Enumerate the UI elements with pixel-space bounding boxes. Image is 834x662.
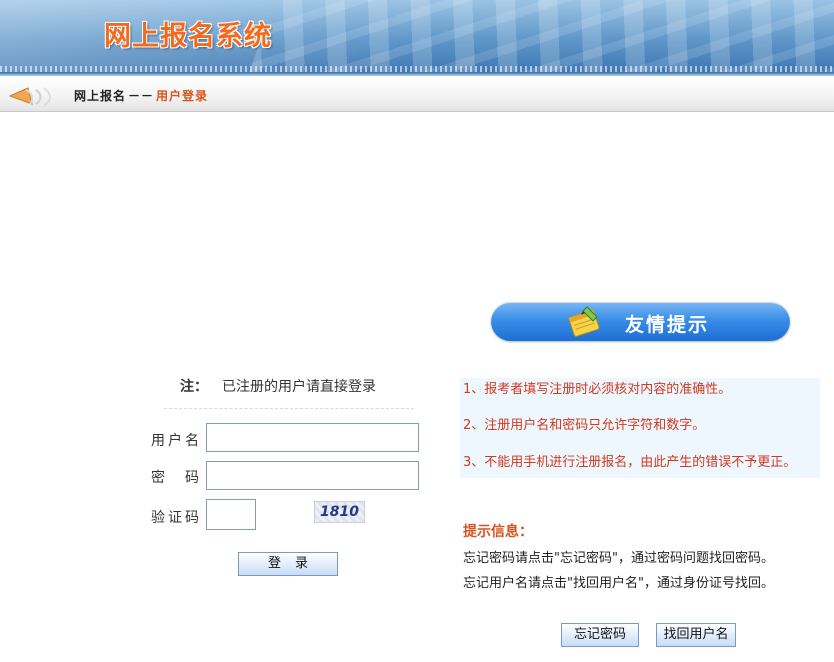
info-find-username-text: 忘记用户名请点击"找回用户名"，通过身份证号找回。 [463,576,774,591]
form-divider [164,408,414,409]
breadcrumb-root[interactable]: 网上报名 [74,89,126,103]
captcha-label: 验证码 [151,510,202,526]
banner-divider [0,72,834,76]
info-forgot-password-text: 忘记密码请点击"忘记密码"，通过密码问题找回密码。 [463,551,774,566]
site-title: 网上报名系统 [104,21,272,52]
header-banner: 网上报名系统 [0,0,834,72]
tips-header: 友情提示 [491,302,790,341]
password-input[interactable] [207,462,418,489]
captcha-input[interactable] [207,500,255,529]
username-input[interactable] [207,424,418,451]
breadcrumb-current: 用户登录 [156,89,209,103]
note-label: 注： [180,379,208,395]
username-field-box [206,423,419,452]
password-label: 密 码 [151,470,202,486]
tip-item-1: 1、报考者填写注册时必须核对内容的准确性。 [463,382,732,397]
login-button[interactable]: 登录 [238,552,338,576]
captcha-image[interactable]: 1810 [314,501,365,523]
captcha-field-box [206,499,256,530]
banner-keyboard-graphic [243,0,834,72]
info-title: 提示信息： [463,524,533,540]
notepad-pencil-icon [568,306,600,337]
breadcrumb: 网上报名 －－ 用户登录 [74,87,208,104]
forgot-password-button[interactable]: 忘记密码 [561,623,639,647]
username-label: 用户名 [151,433,202,449]
find-username-button[interactable]: 找回用户名 [656,623,736,647]
breadcrumb-separator: －－ [128,89,155,103]
tip-item-3: 3、不能用手机进行注册报名，由此产生的错误不予更正。 [463,455,797,470]
breadcrumb-bar: 网上报名 －－ 用户登录 [0,78,834,112]
tip-item-2: 2、注册用户名和密码只允许字符和数字。 [463,418,706,433]
note-text: 已注册的用户请直接登录 [222,379,376,395]
tips-title: 友情提示 [625,314,710,336]
password-field-box [206,461,419,490]
login-note: 注： 已注册的用户请直接登录 [180,376,376,396]
speaker-icon [8,87,51,107]
